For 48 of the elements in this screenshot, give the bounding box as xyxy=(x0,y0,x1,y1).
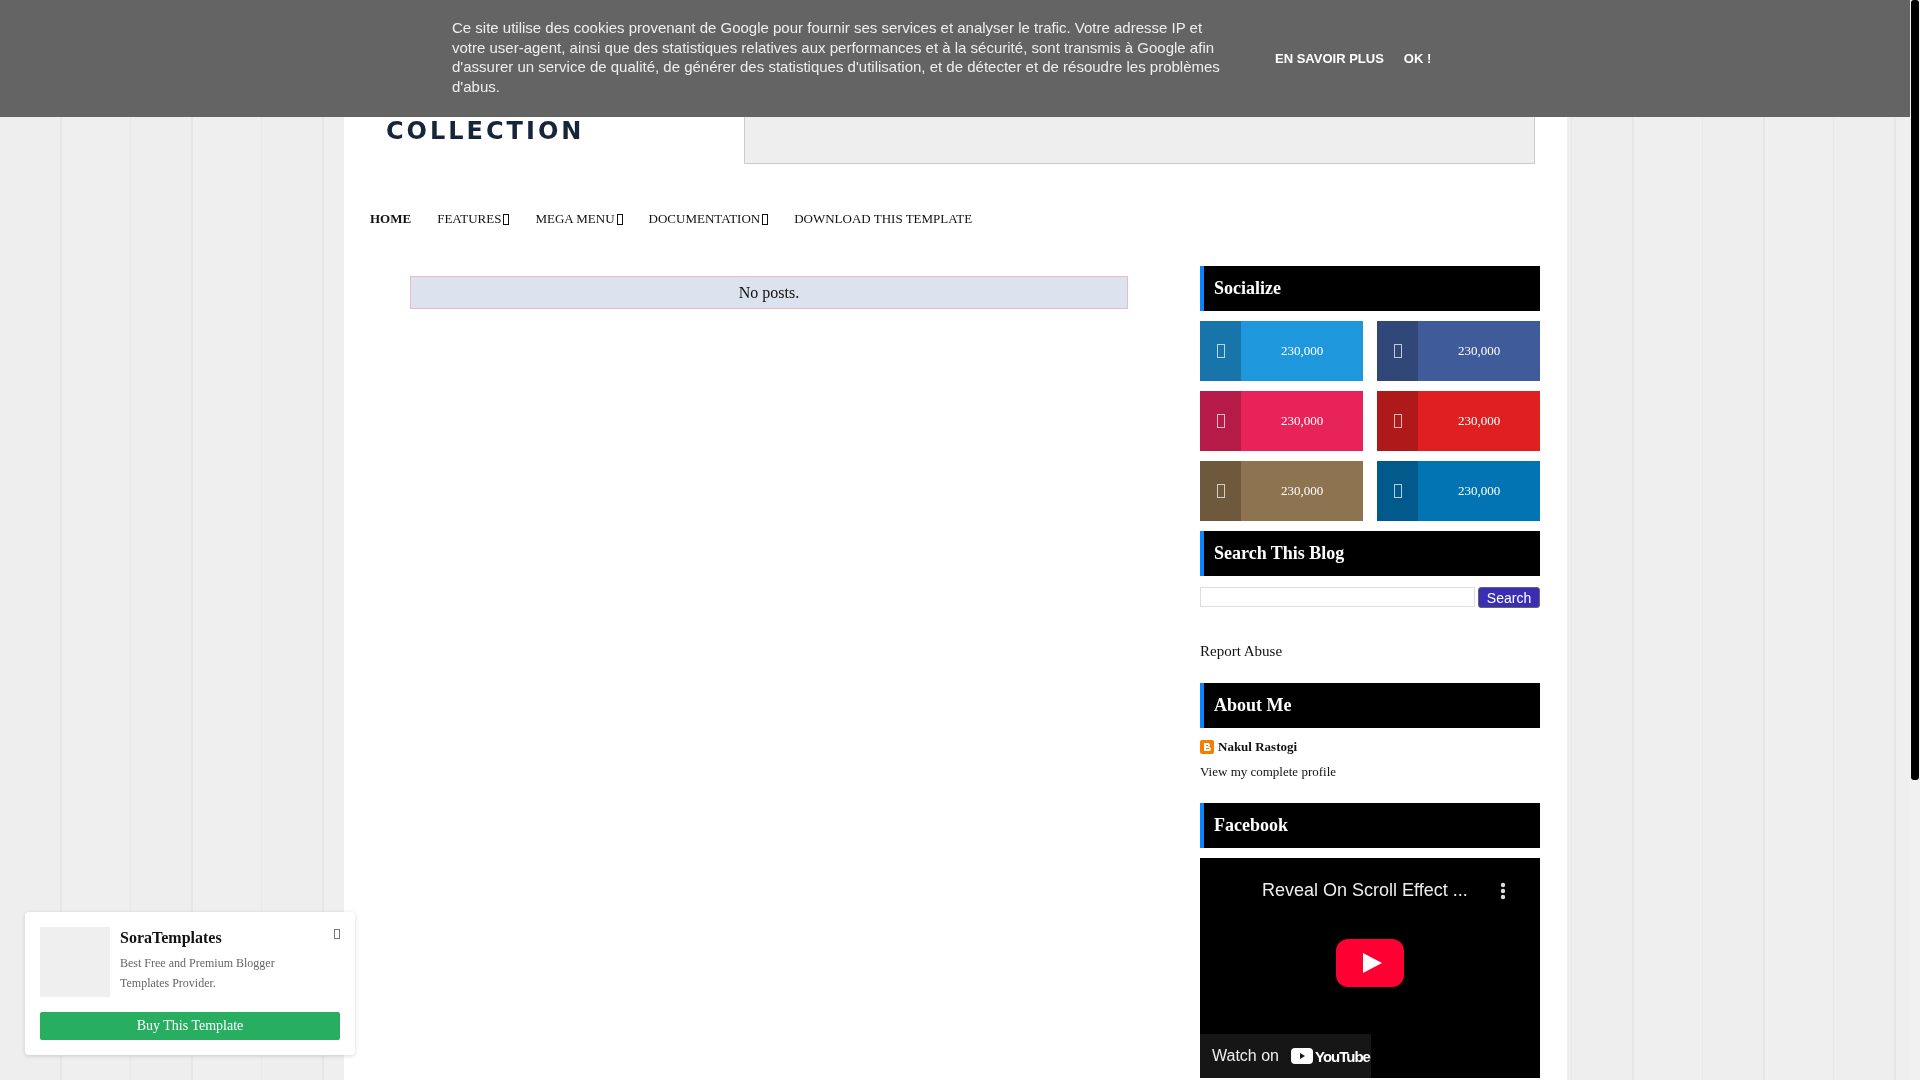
popup-title: SoraTemplates xyxy=(120,929,223,947)
social-counter-button[interactable]: 230,000 xyxy=(1377,391,1540,451)
nav-link[interactable]: HOME xyxy=(370,211,412,227)
popup-description: Best Free and Premium Blogger Templates Provider. xyxy=(120,955,276,992)
author-name[interactable]: Nakul Rastogi xyxy=(1218,739,1298,755)
video-title: Reveal On Scroll Effect ... xyxy=(1262,880,1468,901)
report-abuse-link[interactable]: Report Abuse xyxy=(1200,643,1540,660)
social-counter-button[interactable]: 230,000 xyxy=(1200,391,1363,451)
follower-count: 230,000 xyxy=(1279,482,1325,500)
social-counter-button[interactable]: 230,000 xyxy=(1377,321,1540,381)
social-counter-button[interactable]: 230,000 xyxy=(1377,461,1540,521)
play-icon[interactable] xyxy=(1336,939,1404,987)
glyph-icon xyxy=(1216,484,1225,498)
social-counter-button[interactable]: 230,000 xyxy=(1200,461,1363,521)
nav-link[interactable]: DOCUMENTATION xyxy=(648,211,769,227)
follower-count: 230,000 xyxy=(1279,342,1325,360)
glyph-icon xyxy=(1216,344,1225,358)
widget-title: About Me xyxy=(1200,683,1540,728)
nav-link[interactable]: MEGA MENU xyxy=(535,211,623,227)
follower-count: 230,000 xyxy=(1456,342,1502,360)
scrollbar-thumb[interactable] xyxy=(1911,0,1919,780)
profile-link[interactable]: View my complete profile xyxy=(1200,764,1540,780)
glyph-icon xyxy=(1393,344,1402,358)
no-posts-message: No posts. xyxy=(410,276,1128,309)
video-embed[interactable]: Reveal On Scroll Effect ... Watch on YouTube xyxy=(1200,858,1540,1078)
widget-title: Socialize xyxy=(1200,266,1540,311)
more-icon[interactable] xyxy=(1500,881,1506,900)
widget-title: Search This Blog xyxy=(1200,531,1540,576)
close-icon[interactable] xyxy=(334,929,340,939)
cookie-link[interactable]: OK ! xyxy=(1403,51,1432,66)
follower-count: 230,000 xyxy=(1456,412,1502,430)
follower-count: 230,000 xyxy=(1456,482,1502,500)
search-button[interactable]: Search xyxy=(1478,587,1540,608)
nav-link[interactable]: DOWNLOAD THIS TEMPLATE xyxy=(794,211,973,227)
blogger-icon xyxy=(1200,740,1214,754)
glyph-icon xyxy=(1393,414,1402,428)
glyph-icon xyxy=(1393,484,1402,498)
search-field[interactable] xyxy=(1200,587,1475,607)
scrollbar[interactable] xyxy=(1910,0,1920,1080)
cookie-notice: Ce site utilise des cookies provenant de Google pour fournir ses services et analyser le trafic. Votre adresse IP et votre user-agent, ainsi que des statistiques relatives aux performances et à la sécurité, sont transmis à Google afin d'assurer un service de qualité, de générer des statistiques d'utilisation, et de détecter et de résoudre les problèmes d'abus. xyxy=(452,18,1221,96)
watch-on-youtube-link[interactable]: Watch on YouTube xyxy=(1200,1034,1371,1078)
follower-count: 230,000 xyxy=(1279,412,1325,430)
logo[interactable]: COLLECTION xyxy=(386,120,585,142)
glyph-icon xyxy=(1216,414,1225,428)
play-icon xyxy=(1291,1048,1313,1064)
cookie-link[interactable]: EN SAVOIR PLUS xyxy=(1275,51,1384,66)
nav-link[interactable]: FEATURES xyxy=(437,211,510,227)
widget-title: Facebook xyxy=(1200,803,1540,848)
